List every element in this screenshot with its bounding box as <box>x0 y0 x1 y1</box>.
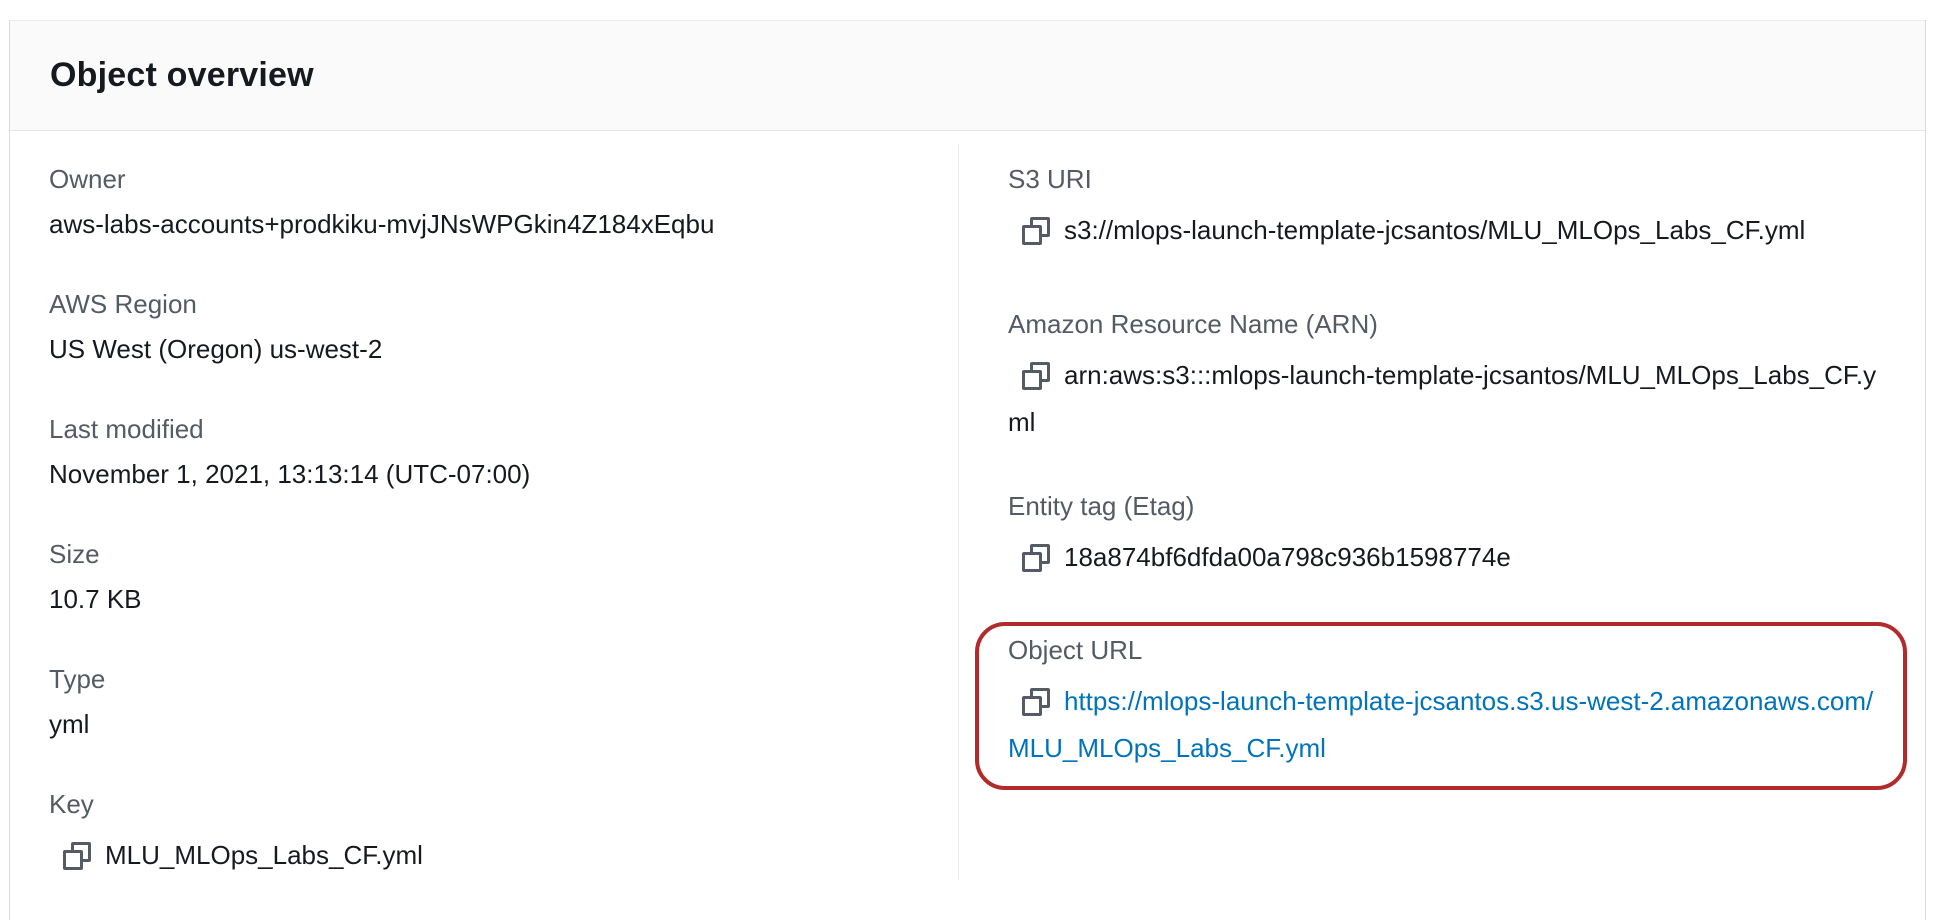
etag-row: 18a874bf6dfda00a798c936b1598774e <box>1008 534 1888 581</box>
arn-row: arn:aws:s3:::mlops-launch-template-jcsan… <box>1008 352 1888 446</box>
copy-icon[interactable] <box>63 842 91 870</box>
panel-header: Object overview <box>10 21 1925 131</box>
size-field: Size 10.7 KB <box>49 538 142 616</box>
type-value: yml <box>49 709 90 739</box>
key-field: Key MLU_MLOps_Labs_CF.yml <box>49 788 423 879</box>
key-label: Key <box>49 789 94 819</box>
region-field: AWS Region US West (Oregon) us-west-2 <box>49 288 382 366</box>
s3-uri-value: s3://mlops-launch-template-jcsantos/MLU_… <box>1064 215 1806 245</box>
etag-field: Entity tag (Etag) 18a874bf6dfda00a798c93… <box>1008 490 1888 581</box>
copy-icon[interactable] <box>1022 688 1050 716</box>
etag-value: 18a874bf6dfda00a798c936b1598774e <box>1064 542 1511 572</box>
owner-label: Owner <box>49 164 126 194</box>
arn-field: Amazon Resource Name (ARN) arn:aws:s3:::… <box>1008 308 1888 446</box>
owner-field: Owner aws-labs-accounts+prodkiku-mvjJNsW… <box>49 163 714 241</box>
size-value: 10.7 KB <box>49 584 142 614</box>
size-label: Size <box>49 539 100 569</box>
type-field: Type yml <box>49 663 105 741</box>
copy-icon[interactable] <box>1022 544 1050 572</box>
s3-uri-row: s3://mlops-launch-template-jcsantos/MLU_… <box>1008 207 1888 254</box>
object-url-link[interactable]: https://mlops-launch-template-jcsantos.s… <box>1008 686 1873 763</box>
etag-label: Entity tag (Etag) <box>1008 491 1195 521</box>
owner-value: aws-labs-accounts+prodkiku-mvjJNsWPGkin4… <box>49 209 715 239</box>
last-modified-label: Last modified <box>49 414 204 444</box>
object-url-row: https://mlops-launch-template-jcsantos.s… <box>1008 678 1888 772</box>
type-label: Type <box>49 664 106 694</box>
panel-title: Object overview <box>50 56 314 94</box>
region-value: US West (Oregon) us-west-2 <box>49 334 383 364</box>
object-url-label: Object URL <box>1008 635 1143 665</box>
column-divider <box>958 144 959 880</box>
object-url-field: Object URL https://mlops-launch-template… <box>1008 634 1888 772</box>
s3-uri-field: S3 URI s3://mlops-launch-template-jcsant… <box>1008 163 1888 254</box>
copy-icon[interactable] <box>1022 362 1050 390</box>
copy-icon[interactable] <box>1022 217 1050 245</box>
s3-uri-label: S3 URI <box>1008 164 1092 194</box>
region-label: AWS Region <box>49 289 197 319</box>
last-modified-value: November 1, 2021, 13:13:14 (UTC-07:00) <box>49 459 531 489</box>
key-value: MLU_MLOps_Labs_CF.yml <box>105 840 423 870</box>
key-row: MLU_MLOps_Labs_CF.yml <box>49 832 423 879</box>
last-modified-field: Last modified November 1, 2021, 13:13:14… <box>49 413 530 491</box>
arn-label: Amazon Resource Name (ARN) <box>1008 309 1378 339</box>
arn-value: arn:aws:s3:::mlops-launch-template-jcsan… <box>1008 360 1877 437</box>
